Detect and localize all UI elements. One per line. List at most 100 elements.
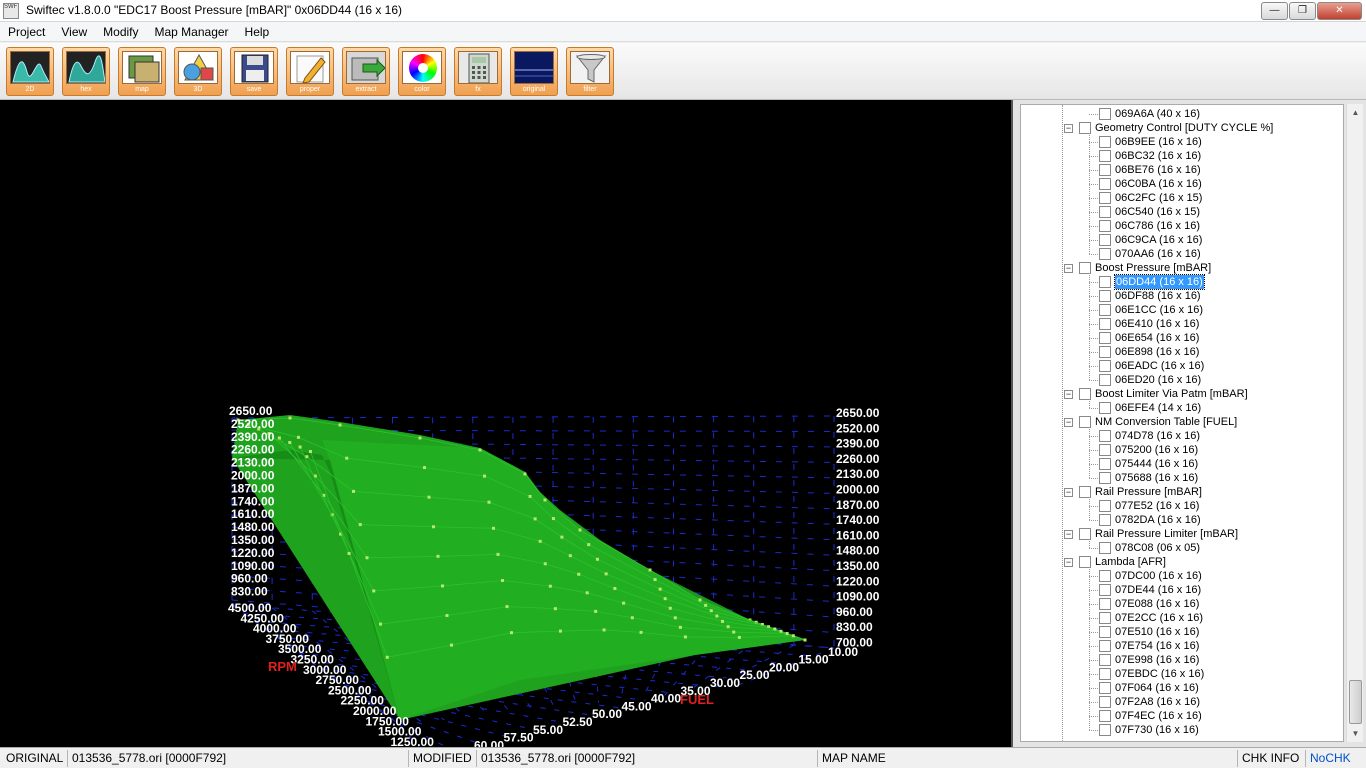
tree-checkbox[interactable] [1099, 640, 1111, 652]
toolbar-map-button[interactable]: map [118, 47, 166, 96]
tree-leaf[interactable]: 06E654 (16 x 16) [1089, 331, 1199, 345]
tree-leaf[interactable]: 075200 (16 x 16) [1089, 443, 1198, 457]
tree-leaf[interactable]: 06C0BA (16 x 16) [1089, 177, 1202, 191]
tree-checkbox[interactable] [1099, 248, 1111, 260]
tree-checkbox[interactable] [1099, 220, 1111, 232]
scroll-up-arrow[interactable]: ▲ [1347, 104, 1364, 121]
tree-group[interactable]: − Lambda [AFR] [1064, 555, 1166, 569]
tree-group[interactable]: − Rail Pressure Limiter [mBAR] [1064, 527, 1238, 541]
tree-checkbox[interactable] [1099, 710, 1111, 722]
tree-leaf[interactable]: 077E52 (16 x 16) [1089, 499, 1199, 513]
tree-leaf[interactable]: 07E088 (16 x 16) [1089, 597, 1199, 611]
tree-checkbox[interactable] [1099, 584, 1111, 596]
tree-checkbox[interactable] [1099, 290, 1111, 302]
tree-leaf[interactable]: 078C08 (06 x 05) [1089, 541, 1200, 555]
tree-leaf[interactable]: 0782DA (16 x 16) [1089, 513, 1201, 527]
tree-checkbox[interactable] [1099, 444, 1111, 456]
tree-checkbox[interactable] [1099, 402, 1111, 414]
tree-checkbox[interactable] [1099, 696, 1111, 708]
tree-leaf[interactable]: 06E898 (16 x 16) [1089, 345, 1199, 359]
collapse-icon[interactable]: − [1064, 263, 1073, 273]
tree-checkbox[interactable] [1099, 542, 1111, 554]
toolbar-2d-button[interactable]: 2D [6, 47, 54, 96]
tree-checkbox[interactable] [1099, 430, 1111, 442]
tree-leaf[interactable]: 070AA6 (16 x 16) [1089, 247, 1201, 261]
tree-leaf[interactable]: 07E2CC (16 x 16) [1089, 611, 1203, 625]
menu-project[interactable]: Project [0, 22, 53, 42]
tree-leaf[interactable]: 06ED20 (16 x 16) [1089, 373, 1201, 387]
collapse-icon[interactable]: − [1064, 529, 1073, 539]
tree-checkbox[interactable] [1099, 626, 1111, 638]
tree-checkbox[interactable] [1099, 178, 1111, 190]
toolbar-extract-button[interactable]: extract [342, 47, 390, 96]
collapse-icon[interactable]: − [1064, 557, 1073, 567]
tree-scrollbar[interactable]: ▲ ▼ [1346, 104, 1363, 742]
tree-leaf[interactable]: 06BC32 (16 x 16) [1089, 149, 1201, 163]
tree-checkbox[interactable] [1099, 318, 1111, 330]
tree-checkbox[interactable] [1099, 234, 1111, 246]
toolbar-hex-button[interactable]: hex [62, 47, 110, 96]
tree-leaf[interactable]: 07F730 (16 x 16) [1089, 723, 1199, 737]
map-tree[interactable]: 069A6A (40 x 16) − Geometry Control [DUTY … [1020, 104, 1344, 742]
scroll-down-arrow[interactable]: ▼ [1347, 725, 1364, 742]
toolbar-3d-button[interactable]: 3D [174, 47, 222, 96]
tree-checkbox[interactable] [1099, 668, 1111, 680]
tree-leaf[interactable]: 06EFE4 (14 x 16) [1089, 401, 1201, 415]
tree-group[interactable]: − Rail Pressure [mBAR] [1064, 485, 1202, 499]
toolbar-original-button[interactable]: original [510, 47, 558, 96]
maximize-button[interactable]: ❐ [1289, 2, 1316, 20]
tree-leaf[interactable]: 06B9EE (16 x 16) [1089, 135, 1202, 149]
tree-checkbox[interactable] [1099, 346, 1111, 358]
tree-checkbox[interactable] [1099, 458, 1111, 470]
tree-leaf[interactable]: 07F064 (16 x 16) [1089, 681, 1199, 695]
tree-leaf[interactable]: 06E1CC (16 x 16) [1089, 303, 1203, 317]
tree-leaf[interactable]: 075688 (16 x 16) [1089, 471, 1198, 485]
tree-leaf[interactable]: 07DC00 (16 x 16) [1089, 569, 1202, 583]
collapse-icon[interactable]: − [1064, 389, 1073, 399]
tree-checkbox[interactable] [1099, 304, 1111, 316]
tree-checkbox[interactable] [1099, 472, 1111, 484]
minimize-button[interactable]: — [1261, 2, 1288, 20]
toolbar-proper-button[interactable]: proper [286, 47, 334, 96]
tree-leaf[interactable]: 06E410 (16 x 16) [1089, 317, 1199, 331]
tree-leaf[interactable]: 07F2A8 (16 x 16) [1089, 695, 1200, 709]
tree-leaf[interactable]: 06C786 (16 x 16) [1089, 219, 1200, 233]
toolbar-filter-button[interactable]: filter [566, 47, 614, 96]
tree-checkbox[interactable] [1099, 360, 1111, 372]
map-3d-viewport[interactable]: 2650.00 2520.00 2390.00 2260.00 2130.00 2000.… [0, 100, 1013, 747]
tree-checkbox[interactable] [1099, 136, 1111, 148]
tree-checkbox[interactable] [1099, 724, 1111, 736]
toolbar-save-button[interactable]: save [230, 47, 278, 96]
tree-leaf[interactable]: 07E510 (16 x 16) [1089, 625, 1199, 639]
tree-checkbox[interactable] [1099, 570, 1111, 582]
surface-plot[interactable]: 2650.002520.002390.002260.002130.002000.… [0, 100, 1013, 747]
tree-group[interactable]: − Boost Pressure [mBAR] [1064, 261, 1211, 275]
toolbar-fx-button[interactable]: fx [454, 47, 502, 96]
tree-checkbox[interactable] [1099, 654, 1111, 666]
status-chk-info[interactable]: CHK INFO [1238, 750, 1306, 767]
tree-checkbox[interactable] [1099, 612, 1111, 624]
tree-checkbox[interactable] [1099, 108, 1111, 120]
toolbar-color-button[interactable]: color [398, 47, 446, 96]
tree-checkbox[interactable] [1099, 192, 1111, 204]
tree-leaf[interactable]: 074D78 (16 x 16) [1089, 429, 1200, 443]
tree-leaf[interactable]: 06DF88 (16 x 16) [1089, 289, 1201, 303]
tree-leaf[interactable]: 069A6A (40 x 16) [1089, 107, 1200, 121]
menu-map-manager[interactable]: Map Manager [147, 22, 237, 42]
tree-leaf[interactable]: 07F4EC (16 x 16) [1089, 709, 1202, 723]
tree-leaf[interactable]: 07EBDC (16 x 16) [1089, 667, 1204, 681]
collapse-icon[interactable]: − [1064, 123, 1073, 133]
menu-help[interactable]: Help [237, 22, 278, 42]
tree-leaf[interactable]: 06BE76 (16 x 16) [1089, 163, 1201, 177]
tree-leaf[interactable]: 06C540 (16 x 15) [1089, 205, 1200, 219]
tree-group[interactable]: − Geometry Control [DUTY CYCLE %] [1064, 121, 1273, 135]
tree-leaf[interactable]: 07E998 (16 x 16) [1089, 653, 1199, 667]
collapse-icon[interactable]: − [1064, 487, 1073, 497]
tree-checkbox[interactable] [1099, 598, 1111, 610]
tree-leaf[interactable]: 075444 (16 x 16) [1089, 457, 1198, 471]
tree-checkbox[interactable] [1099, 164, 1111, 176]
scroll-thumb[interactable] [1349, 680, 1362, 724]
app-icon[interactable]: SWFT [3, 3, 19, 19]
tree-checkbox[interactable] [1099, 332, 1111, 344]
tree-leaf[interactable]: 06C9CA (16 x 16) [1089, 233, 1202, 247]
